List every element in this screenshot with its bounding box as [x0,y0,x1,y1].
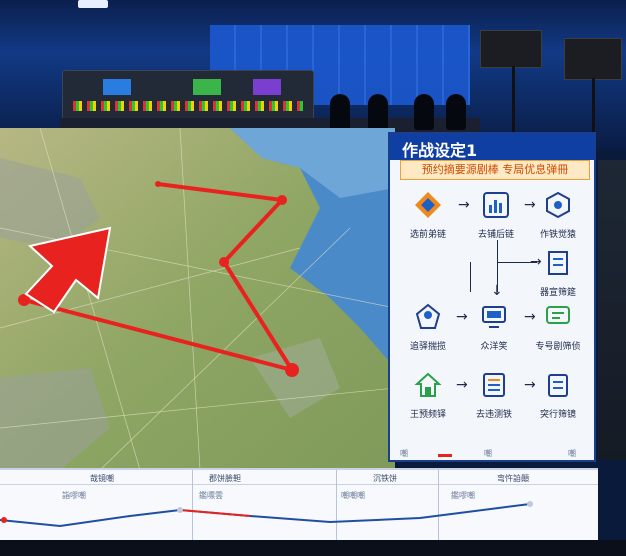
tv-camera [564,38,622,80]
flow-node[interactable]: 追驿揣揽 [398,302,458,352]
shield-icon [546,191,570,219]
flow-node[interactable]: 去违测铁 [464,370,524,420]
panel-subtitle-banner[interactable]: 预约摘要源剧棒 专局优息弹冊 [400,160,590,180]
chat-bubble-icon [546,306,570,324]
timeline-strip: 哉镜嘲 詣嘐嘲 郡饼臉靼 鑑嘌雲 沉铁饼 嘲嘲嘲 弯忤詯顚 鑑嘐嘲 [0,468,598,542]
user-flag-icon [415,303,441,329]
flow-node-label: 作铁觉猿 [539,230,576,240]
flow-node[interactable]: 王预频铎 [398,370,458,420]
ceiling-light [78,0,108,8]
console-leds [73,101,303,111]
flow-node[interactable]: 作铁觉猿 [528,190,588,240]
waypoint-marker[interactable] [219,257,229,267]
broadcast-studio-scene: 作战设定1 预约摘要源剧棒 专局优息弹冊 选前弟链 → 去铺后链 → 作铁觉猿 … [0,0,626,556]
bar-chart-icon [483,192,509,218]
flow-node-label: 专号剧筛侦 [535,342,581,352]
console-screen [253,79,281,95]
active-tab-indicator [438,454,452,457]
operator-silhouette [368,94,388,130]
flow-node[interactable]: 器宣筛筵 [528,248,588,298]
flow-node[interactable]: 众洋笑 [464,302,524,352]
operator-silhouette [414,94,434,130]
flow-node[interactable]: 去铺后链 [466,190,526,240]
flow-node[interactable]: 选前弟链 [398,190,458,240]
operator-silhouette [330,94,350,130]
flow-node-label: 追驿揣揽 [409,342,446,352]
console-screen [103,79,131,95]
footer-tab[interactable]: 嘲 [484,448,492,459]
flow-node-label: 选前弟链 [409,230,446,240]
timeline-trend-line [0,501,533,528]
document-stack-icon [548,251,568,275]
flow-node-label: 去铺后链 [477,230,514,240]
studio-floor [0,540,626,556]
panel-footer: 嘲 嘲 嘲 [392,448,592,462]
console-screen [193,79,221,95]
flow-node-label: 众洋笑 [480,342,508,352]
flow-node[interactable]: 专号剧筛侦 [528,302,588,352]
equipment-cabinet [598,160,626,460]
home-icon [414,372,442,397]
arrow-down-icon: ↓ [491,283,503,299]
panel-title: 作战设定1 [402,141,478,160]
waypoint-marker[interactable] [277,195,287,205]
diamond-logo-icon [415,192,441,218]
panel-header: 作战设定1 [390,134,594,160]
waypoint-marker[interactable] [285,363,299,377]
flow-node[interactable]: 突行筛镜 [528,370,588,420]
clipboard-icon [548,374,568,397]
tv-camera [480,30,542,68]
footer-tab[interactable]: 嘲 [400,448,408,459]
footer-tab[interactable]: 嘲 [568,448,576,459]
connector-line [470,262,471,292]
flow-node-label: 突行筛镜 [539,410,576,420]
waypoint-marker[interactable] [155,181,161,187]
tv-camera-rig [472,10,622,150]
operator-silhouette [446,94,466,130]
tactical-map [0,128,395,470]
flow-node-label: 王预频铎 [409,410,446,420]
list-icon [483,373,505,397]
flow-node-label: 去违测铁 [475,410,512,420]
monitor-icon [482,306,506,328]
flow-node-label: 器宣筛筵 [539,288,576,298]
